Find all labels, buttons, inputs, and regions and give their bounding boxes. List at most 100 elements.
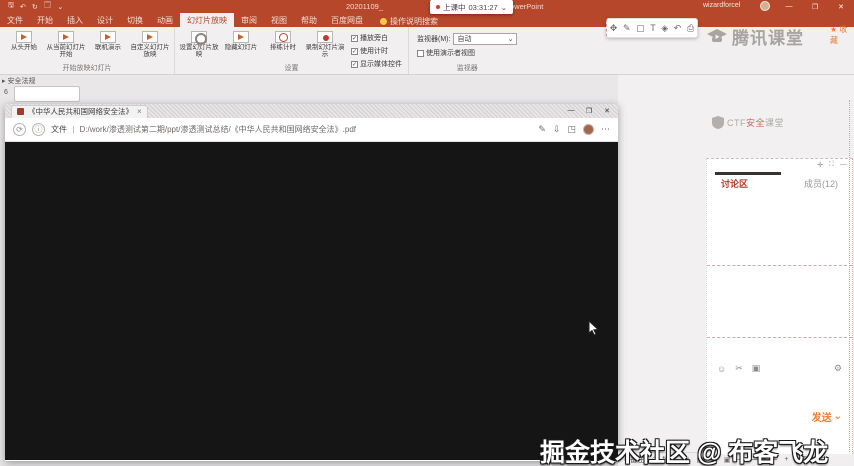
pdf-viewer-canvas[interactable] [5, 142, 618, 460]
tab-insert[interactable]: 插入 [60, 13, 90, 27]
checkbox-icon [351, 47, 358, 55]
more-menu-icon[interactable]: ⋯ [601, 124, 610, 135]
tab-members[interactable]: 成员(12) [804, 177, 838, 190]
address-bar[interactable]: 文件 | D:/work/渗透测试第二期/ppt/渗透测试总结/《中华人民共和国… [51, 124, 532, 135]
image-icon[interactable]: ▣ [752, 363, 761, 374]
tab-view[interactable]: 视图 [264, 13, 294, 27]
present-online-button[interactable]: 联机演示 [88, 29, 128, 64]
close-button[interactable]: ✕ [598, 104, 616, 117]
tab-title: 《中华人民共和国网络安全法》 [28, 107, 133, 116]
setup-checkboxes: 播放旁白 使用计时 显示媒体控件 [347, 29, 404, 68]
tab-review[interactable]: 审阅 [234, 13, 264, 27]
record-slideshow-button[interactable]: 录制幻灯片演示 [305, 29, 345, 64]
refresh-icon[interactable]: ⟳ [13, 123, 26, 136]
tab-help[interactable]: 帮助 [294, 13, 324, 27]
redo-icon[interactable]: ↻ [32, 3, 38, 11]
section-header[interactable]: ▸ 安全法规 [2, 76, 35, 86]
class-status: 上课中 [443, 2, 466, 12]
hidden-slide-icon [233, 31, 249, 43]
minimize-button[interactable]: — [562, 104, 580, 117]
collapse-icon[interactable]: — [840, 161, 847, 169]
dashed-divider [707, 265, 852, 266]
tab-home[interactable]: 开始 [30, 13, 60, 27]
monitor-controls: 监视器(M): 自动 ⌄ 使用演示者视图 [413, 29, 521, 64]
tab-slideshow[interactable]: 幻灯片放映 [180, 13, 234, 27]
tab-design[interactable]: 设计 [90, 13, 120, 27]
customize-qat-icon[interactable]: ⌄ [57, 3, 63, 11]
favorite-button[interactable]: ★ 收藏 [830, 24, 854, 46]
text-icon[interactable]: T [650, 23, 656, 33]
browser-titlebar[interactable]: 《中华人民共和国网络安全法》 × — ❐ ✕ [5, 104, 618, 118]
hide-slide-button[interactable]: 隐藏幻灯片 [221, 29, 261, 64]
extensions-icon[interactable]: ◳ [567, 124, 576, 135]
play-narrations-checkbox[interactable]: 播放旁白 [351, 33, 402, 43]
edit-icon[interactable]: ✎ [538, 124, 546, 135]
page-info-icon[interactable]: ⓘ [32, 123, 45, 136]
tab-baidu-netdisk[interactable]: 百度网盘 [324, 13, 370, 27]
mouse-cursor [588, 319, 600, 341]
active-tab-indicator [715, 172, 781, 175]
browser-toolbar: ⟳ ⓘ 文件 | D:/work/渗透测试第二期/ppt/渗透测试总结/《中华人… [5, 118, 618, 142]
badge-prefix: CTF [727, 118, 746, 128]
minimize-button[interactable]: — [776, 0, 802, 13]
group-label: 监视器 [456, 65, 478, 72]
panel-edge-dots [849, 100, 850, 452]
slide-thumbnail[interactable] [14, 86, 80, 102]
select-icon[interactable]: ✥ [610, 23, 618, 34]
panel-header-icons: ✛ ⛶ — [817, 161, 847, 169]
class-timer-pill[interactable]: 上课中 03:31:27 ⌄ [430, 0, 513, 14]
custom-slideshow-button[interactable]: 自定义幻灯片放映 [130, 29, 170, 64]
eraser-icon[interactable]: ◈ [661, 23, 668, 34]
shape-icon[interactable]: ▢ [636, 23, 645, 34]
account-avatar[interactable] [760, 1, 770, 11]
group-set-up: 设置幻灯片放映 隐藏幻灯片 排练计时 录制幻灯片演示 播放旁白 [175, 27, 409, 74]
checkbox-icon [351, 34, 358, 42]
class-time: 03:31:27 [468, 2, 498, 12]
dashed-divider [707, 337, 852, 338]
undo-icon[interactable]: ↶ [674, 23, 682, 34]
popout-icon[interactable]: ⛶ [829, 161, 834, 169]
undo-icon[interactable]: ↶ [20, 3, 26, 11]
restore-button[interactable]: ❐ [802, 0, 828, 13]
clock-icon [275, 31, 291, 43]
annotation-toolbar: ✥ ✎ ▢ T ◈ ↶ ⎙ [606, 18, 698, 38]
pen-icon[interactable]: ✎ [623, 23, 631, 34]
chevron-down-icon[interactable]: ⌄ [501, 3, 507, 12]
slides-icon [142, 31, 158, 43]
pin-icon[interactable]: ✛ [817, 161, 823, 169]
video-watermark: 掘金技术社区 @ 布客飞龙 [540, 439, 829, 466]
browser-tab[interactable]: 《中华人民共和国网络安全法》 × [11, 104, 148, 118]
emoji-icon[interactable]: ☺ [717, 364, 726, 374]
restore-button[interactable]: ❐ [580, 104, 598, 117]
setup-slideshow-button[interactable]: 设置幻灯片放映 [179, 29, 219, 64]
rehearse-timings-button[interactable]: 排练计时 [263, 29, 303, 64]
close-tab-icon[interactable]: × [137, 107, 142, 116]
screenshot-icon[interactable]: ✂ [735, 363, 743, 374]
monitor-dropdown[interactable]: 自动 ⌄ [453, 33, 518, 45]
group-label: 设置 [284, 65, 299, 72]
download-icon[interactable]: ⇩ [553, 124, 561, 135]
chat-input-toolbar: ☺ ✂ ▣ ⚙ [707, 363, 852, 374]
profile-avatar[interactable] [583, 124, 594, 135]
monitor-icon [100, 31, 116, 43]
slideshow-icon[interactable]: 🗔 [44, 1, 52, 12]
from-beginning-button[interactable]: 从头开始 [4, 29, 44, 64]
tab-transitions[interactable]: 切换 [120, 13, 150, 27]
tab-discussion[interactable]: 讨论区 [721, 177, 748, 190]
account-name[interactable]: wizardforcel [703, 2, 740, 9]
use-timings-checkbox[interactable]: 使用计时 [351, 46, 402, 56]
send-button[interactable]: 发送 ⌄ [812, 409, 842, 424]
tab-file[interactable]: 文件 [0, 13, 30, 27]
panel-tabs: 讨论区 成员(12) [707, 177, 852, 190]
tab-animations[interactable]: 动画 [150, 13, 180, 27]
use-presenter-view-checkbox[interactable]: 使用演示者视图 [417, 48, 517, 58]
record-icon [317, 31, 333, 43]
save-icon[interactable]: ⎙ [687, 23, 694, 34]
pdf-favicon [17, 108, 24, 115]
from-current-slide-button[interactable]: 从当前幻灯片开始 [46, 29, 86, 64]
tell-me-search[interactable]: 操作说明搜索 [380, 16, 438, 27]
close-button[interactable]: ✕ [828, 0, 854, 13]
play-icon [58, 31, 74, 43]
gear-icon[interactable]: ⚙ [834, 363, 842, 374]
save-icon[interactable]: 🖫 [8, 1, 14, 12]
